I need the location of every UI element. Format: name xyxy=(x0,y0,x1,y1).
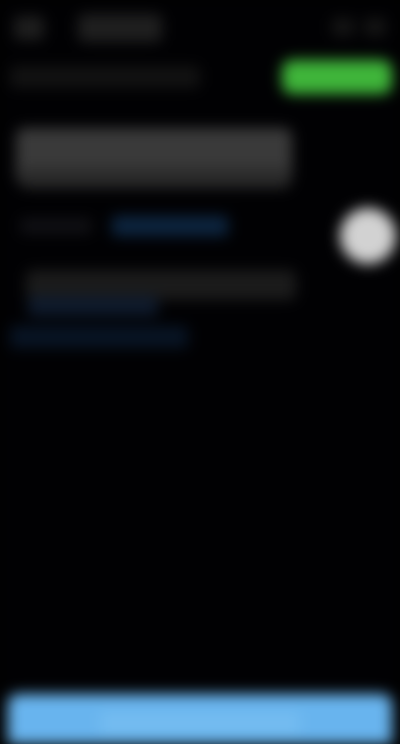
meta-row xyxy=(20,212,228,240)
top-icons xyxy=(332,18,386,36)
app-screen xyxy=(0,0,400,744)
top-title xyxy=(78,14,162,42)
meta-prefix-text xyxy=(20,218,92,234)
description-link-2[interactable] xyxy=(10,326,188,348)
overflow-icon[interactable] xyxy=(364,18,386,36)
bottom-primary-button-label xyxy=(100,712,300,734)
share-icon[interactable] xyxy=(332,18,354,36)
sub-header-row xyxy=(0,58,400,98)
top-bar xyxy=(0,0,400,56)
sub-header-text xyxy=(10,66,200,88)
description-link-1[interactable] xyxy=(28,296,158,316)
circle-action-button[interactable] xyxy=(340,208,396,264)
back-button[interactable] xyxy=(14,16,44,40)
headline-text-line2 xyxy=(20,168,290,188)
primary-green-button[interactable] xyxy=(282,60,392,94)
meta-link[interactable] xyxy=(112,216,228,236)
